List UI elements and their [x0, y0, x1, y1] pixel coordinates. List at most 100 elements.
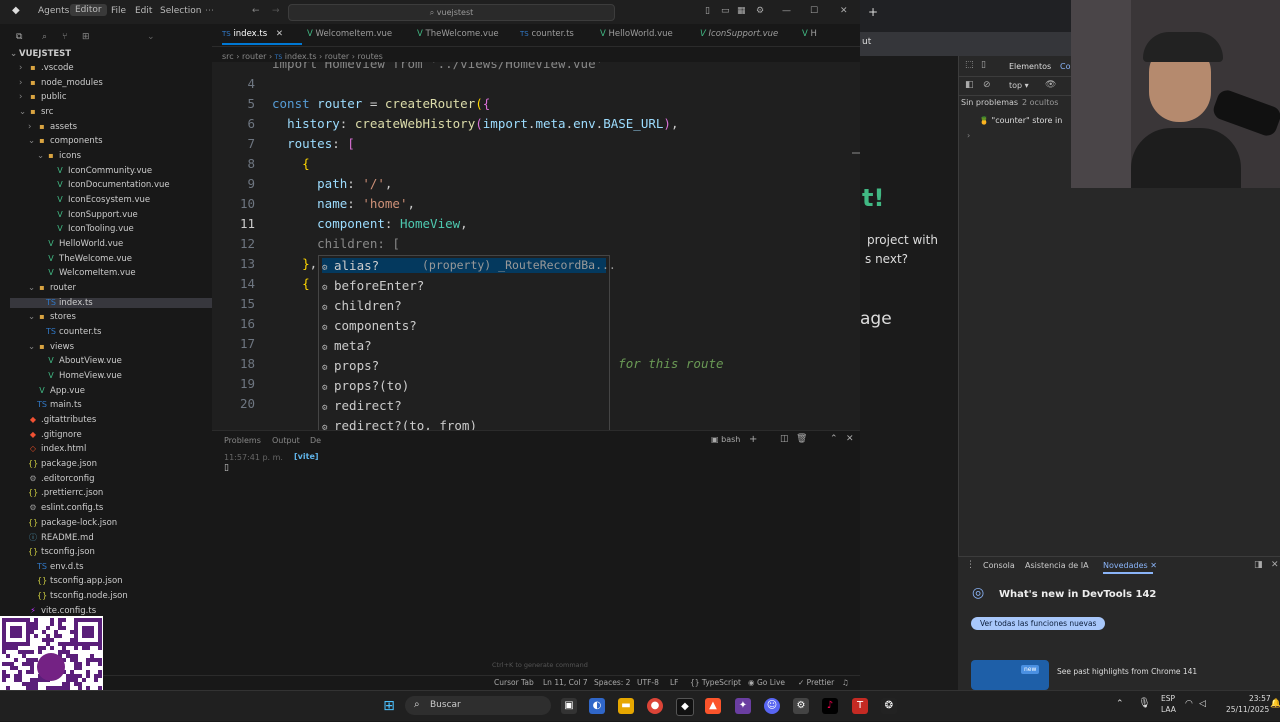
tree-item-public[interactable]: › ▪ public [10, 92, 67, 102]
toggle-panel-icon[interactable]: ▭ [721, 6, 730, 16]
volume-icon[interactable]: ◁ [1199, 699, 1206, 709]
wifi-icon[interactable]: ◠ [1185, 699, 1193, 709]
chrome-icon[interactable]: ● [647, 698, 663, 714]
split-terminal-icon[interactable]: ◫ [780, 434, 789, 444]
tab-welcomeitem[interactable]: V WelcomeItem.vue [307, 29, 392, 39]
tree-item-env-d-ts[interactable]: TS env.d.ts [10, 562, 84, 572]
tab-index-ts[interactable]: TS index.ts ✕ [222, 29, 283, 39]
sidebar-toggle-icon[interactable]: ◧ [965, 80, 974, 90]
menu-agents[interactable]: Agents [38, 6, 69, 16]
highlights-thumbnail[interactable]: new [971, 660, 1049, 690]
clear-console-icon[interactable]: ⊘ [983, 80, 991, 90]
file-explorer-icon[interactable]: ▬ [618, 698, 634, 714]
command-search-input[interactable]: ⌕ vuejstest [288, 4, 615, 21]
tree-item-index-ts[interactable]: TS index.ts [10, 297, 237, 308]
past-highlights-link[interactable]: See past highlights from Chrome 141 [1057, 667, 1197, 676]
settings-gear-icon[interactable]: ⚙ [756, 6, 764, 16]
menu-selection[interactable]: Selection [160, 6, 201, 16]
extensions-icon[interactable]: ⊞ [82, 32, 90, 42]
tree-item-icontooling-vue[interactable]: V IconTooling.vue [10, 224, 134, 234]
tree-item-icons[interactable]: ⌄ ▪ icons [10, 151, 81, 161]
tab-problems[interactable]: Problems [224, 436, 261, 445]
scrollbar-marker[interactable] [852, 152, 860, 154]
tray-chevron-icon[interactable]: ⌃ [1116, 699, 1124, 709]
terminal-cursor[interactable]: ▯ [224, 463, 229, 473]
files-icon[interactable]: ⧉ [16, 32, 22, 42]
suggestion-item[interactable]: ⚙ props?(to) [322, 378, 409, 393]
context-select[interactable]: top ▾ [1009, 81, 1029, 90]
more-menu-icon[interactable]: ⋯ [205, 6, 214, 16]
clock-time[interactable]: 23:57 [1249, 694, 1271, 703]
tree-item-counter-ts[interactable]: TS counter.ts [10, 327, 101, 337]
forward-arrow-icon[interactable]: → [272, 6, 280, 16]
tree-item-eslint-config-ts[interactable]: ⚙ eslint.config.ts [10, 503, 103, 513]
inspect-icon[interactable]: ⬚ [965, 60, 974, 70]
taskbar-search[interactable]: ⌕ Buscar [405, 696, 551, 715]
close-window-icon[interactable]: ✕ [840, 6, 848, 16]
trash-icon[interactable]: 🗑 [796, 434, 807, 444]
tree-item-iconsupport-vue[interactable]: V IconSupport.vue [10, 210, 137, 220]
close-tab-icon[interactable]: ✕ [276, 29, 283, 39]
close-tab-icon[interactable]: ✕ [1150, 561, 1157, 570]
tree-item-iconcommunity-vue[interactable]: V IconCommunity.vue [10, 166, 152, 176]
browser-tab-title[interactable]: ut [862, 37, 871, 47]
status-indent[interactable]: Spaces: 2 [594, 678, 630, 687]
close-drawer-icon[interactable]: ✕ [1271, 560, 1279, 570]
drawer-tab-console[interactable]: Consola [983, 561, 1015, 570]
menu-edit[interactable]: Edit [135, 6, 152, 16]
tree-item-tsconfig-node-json[interactable]: {} tsconfig.node.json [10, 591, 128, 601]
maximize-panel-icon[interactable]: ⌃ [830, 434, 838, 444]
tree-item-gitattributes[interactable]: ◆ .gitattributes [10, 415, 96, 425]
tree-item-gitignore[interactable]: ◆ .gitignore [10, 430, 82, 440]
tree-item-vscode[interactable]: › ▪ .vscode [10, 63, 74, 73]
chatgpt-icon[interactable]: ❂ [881, 698, 897, 714]
brave-icon[interactable]: ▲ [705, 698, 721, 714]
copilot-icon[interactable]: ◐ [589, 698, 605, 714]
tree-item-node-modules[interactable]: › ▪ node_modules [10, 78, 103, 88]
tree-item-vite-config-ts[interactable]: ⚡ vite.config.ts [10, 606, 96, 616]
tree-item-tsconfig-app-json[interactable]: {} tsconfig.app.json [10, 576, 123, 586]
tree-item-welcomeitem-vue[interactable]: V WelcomeItem.vue [10, 268, 135, 278]
tab-console[interactable]: Co [1060, 62, 1070, 71]
tree-item-readme-md[interactable]: ⓘ README.md [10, 532, 94, 543]
toggle-sidebar-icon[interactable]: ▯ [705, 6, 710, 16]
language-primary[interactable]: ESP [1161, 694, 1175, 703]
status-prettier[interactable]: ✓ Prettier [798, 678, 834, 687]
tree-item-icondocumentation-vue[interactable]: V IconDocumentation.vue [10, 180, 169, 190]
chevron-down-icon[interactable]: ⌄ [147, 32, 155, 42]
discord-icon[interactable]: ☺ [764, 698, 780, 714]
tree-item-thewelcome-vue[interactable]: V TheWelcome.vue [10, 254, 132, 264]
suggestion-item[interactable]: ⚙ meta? [322, 338, 372, 353]
tree-item-aboutview-vue[interactable]: V AboutView.vue [10, 356, 122, 366]
issues-count[interactable]: Sin problemas [961, 98, 1018, 107]
suggestion-item[interactable]: ⚙ props? [322, 358, 379, 373]
new-terminal-icon[interactable]: + [749, 434, 757, 445]
status-language[interactable]: {} TypeScript [690, 678, 741, 687]
device-toolbar-icon[interactable]: ▯ [981, 60, 986, 70]
tree-item-iconecosystem-vue[interactable]: V IconEcosystem.vue [10, 195, 150, 205]
app-icon-2[interactable]: ⚙ [793, 698, 809, 714]
tree-item-app-vue[interactable]: V App.vue [10, 386, 85, 396]
language-secondary[interactable]: LAA [1161, 705, 1176, 714]
status-eol[interactable]: LF [670, 678, 679, 687]
eye-icon[interactable]: 👁 [1045, 80, 1056, 90]
drawer-menu-icon[interactable]: ⋮ [966, 560, 975, 570]
microphone-icon[interactable]: 🎙 [1138, 698, 1151, 709]
tree-item-router[interactable]: ⌄ ▪ router [10, 283, 76, 293]
tree-item-views[interactable]: ⌄ ▪ views [10, 342, 74, 352]
tab-counter[interactable]: TS counter.ts [520, 29, 574, 39]
minimize-icon[interactable]: — [782, 6, 791, 16]
tree-item-homeview-vue[interactable]: V HomeView.vue [10, 371, 122, 381]
suggestion-item[interactable]: ⚙ beforeEnter? [322, 278, 424, 293]
tab-iconsupport[interactable]: V IconSupport.vue [700, 29, 778, 39]
app-icon[interactable]: ✦ [735, 698, 751, 714]
status-position[interactable]: Ln 11, Col 7 [543, 678, 588, 687]
maximize-icon[interactable]: ☐ [810, 6, 818, 16]
task-view-icon[interactable]: ▣ [561, 698, 577, 714]
suggestion-item[interactable]: ⚙ alias? (property) _RouteRecordBa... [322, 258, 616, 273]
explorer-root[interactable]: ⌄ VUEJSTEST [10, 49, 71, 59]
tree-item-components[interactable]: ⌄ ▪ components [10, 136, 103, 146]
suggestion-item[interactable]: ⚙ redirect? [322, 398, 402, 413]
menu-editor[interactable]: Editor [70, 4, 107, 16]
notifications-bell-icon[interactable]: ♫ [842, 678, 849, 687]
